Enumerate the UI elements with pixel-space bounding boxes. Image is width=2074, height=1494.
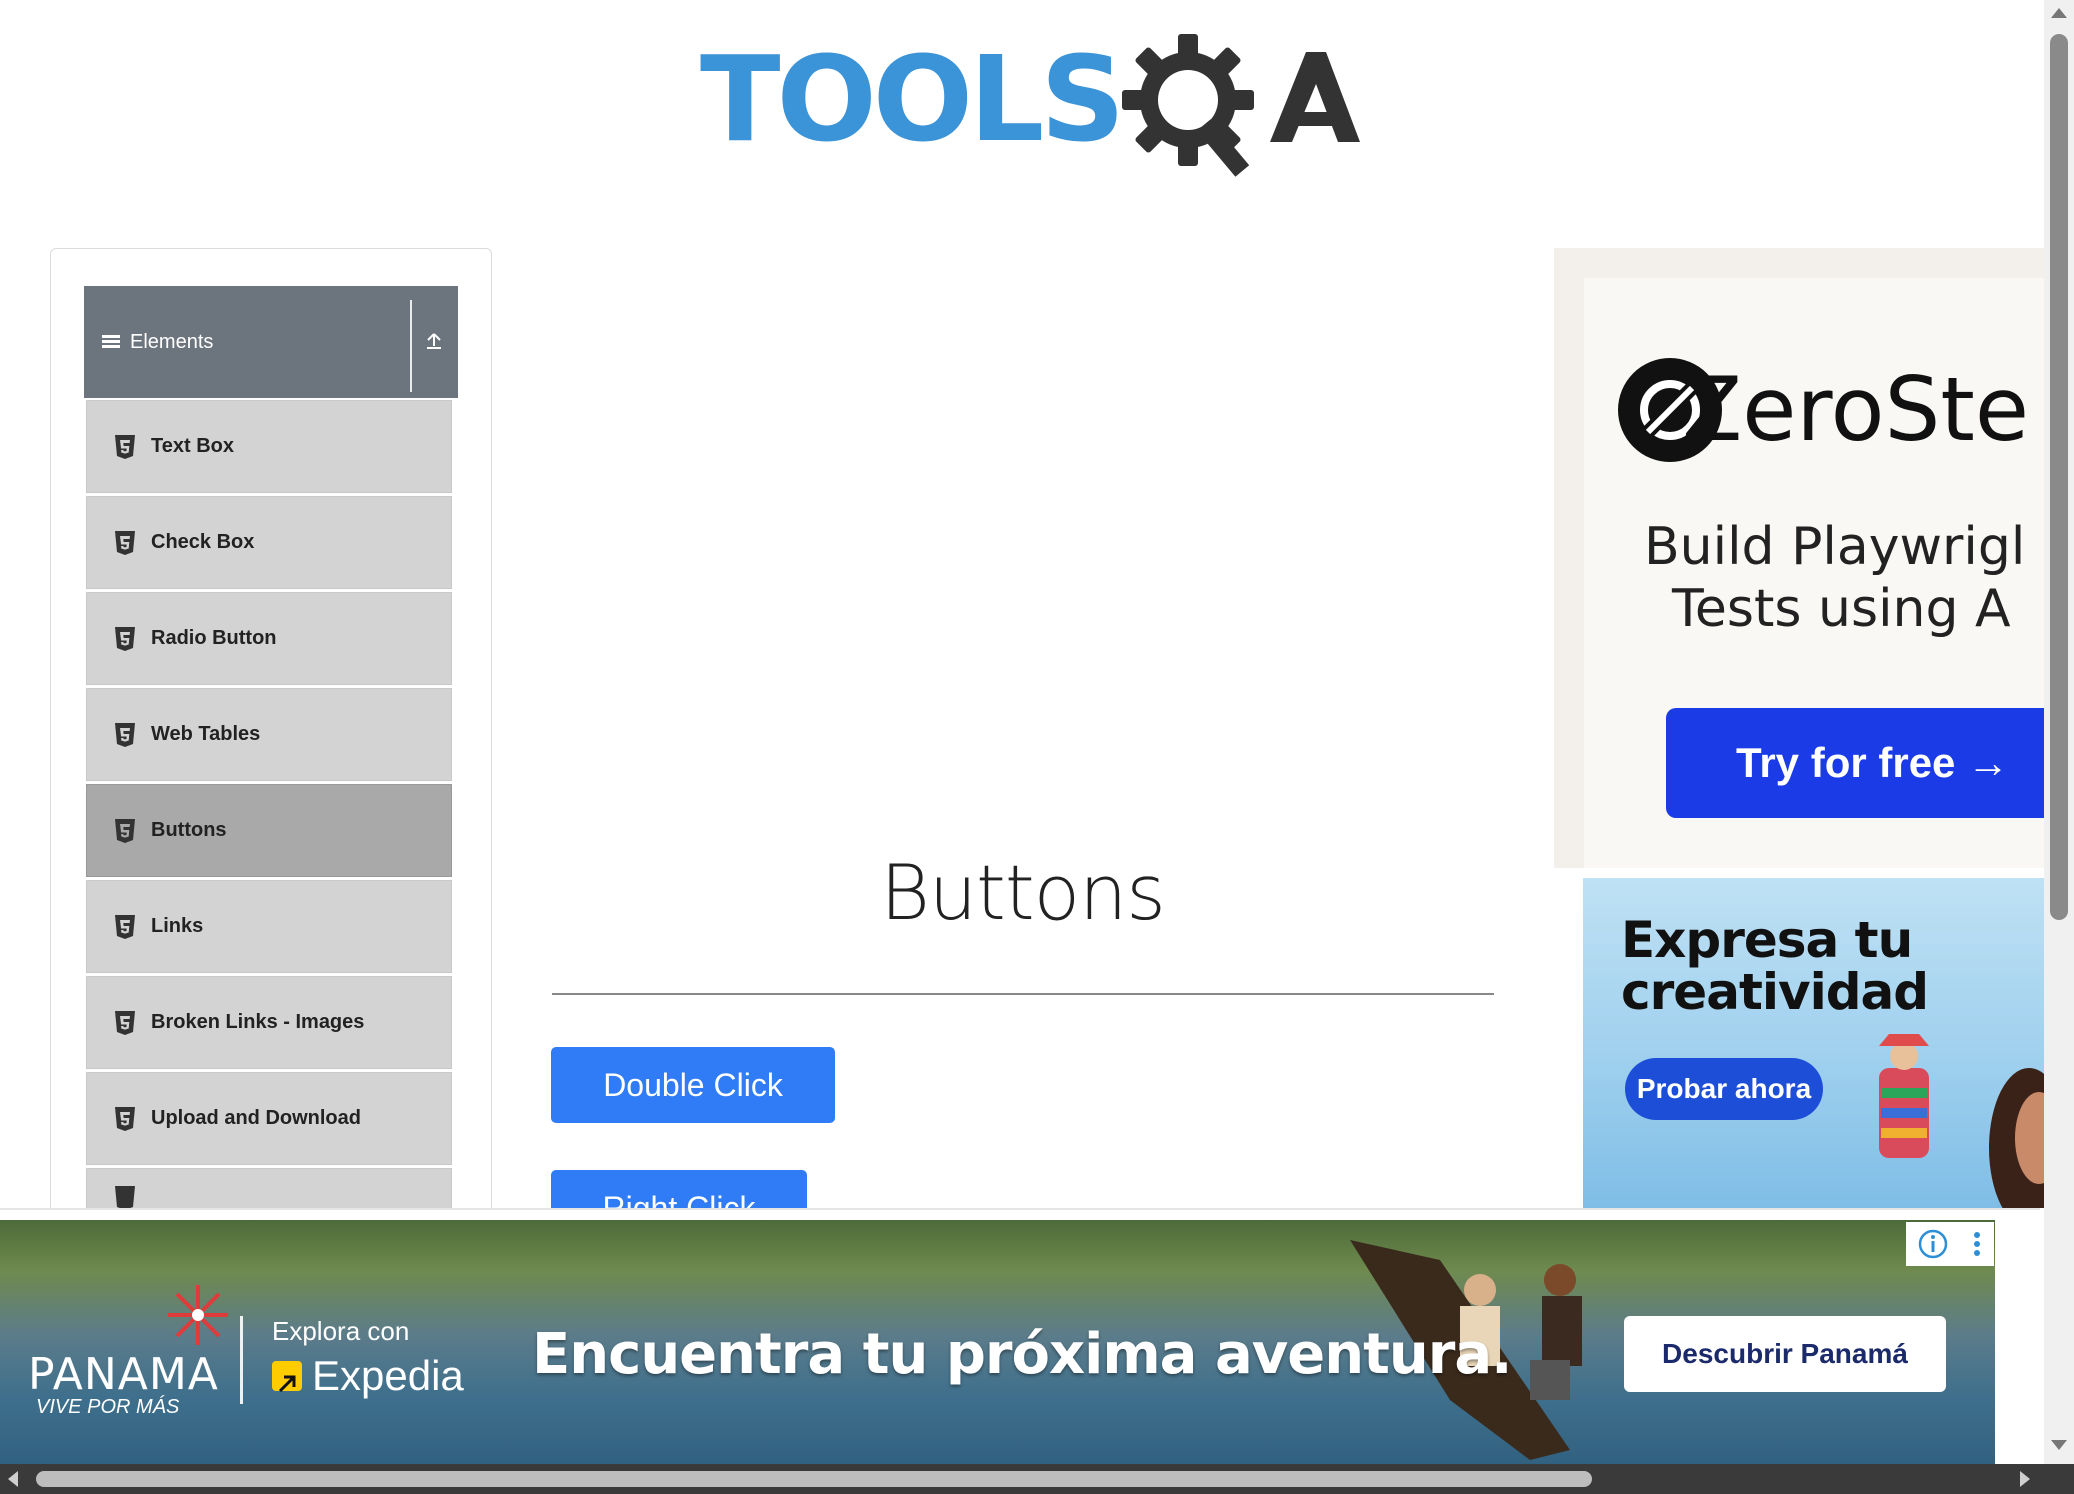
html5-icon <box>115 626 135 651</box>
horizontal-scroll-thumb[interactable] <box>36 1471 1592 1487</box>
sidebar-item-label: Buttons <box>151 819 227 841</box>
group-title: Elements <box>130 330 214 353</box>
sidebar-item-links[interactable]: Links <box>86 880 452 973</box>
page-title: Buttons <box>880 848 1166 937</box>
banner-headline: Encuentra tu próxima aventura. <box>532 1322 1512 1387</box>
left-sidebar: Elements Text Box Check Box Radio Button <box>50 248 492 1250</box>
sidebar-item-check-box[interactable]: Check Box <box>86 496 452 589</box>
ad-tagline-line1: Build Playwrigl <box>1644 517 2026 577</box>
ad-headline-line1: Expresa tu <box>1621 911 1913 969</box>
html5-icon <box>115 1106 135 1131</box>
sidebar-item-text-box[interactable]: Text Box <box>86 400 452 493</box>
horizontal-scrollbar[interactable] <box>0 1464 2074 1494</box>
banner-scene: PANAMA VIVE POR MÁS Explora con Expedia … <box>0 1220 1995 1474</box>
ad-headline: Expresa tu creatividad <box>1621 911 1929 1021</box>
sidebar-item-radio-button[interactable]: Radio Button <box>86 592 452 685</box>
sidebar-item-label: Broken Links - Images <box>151 1011 365 1033</box>
scrollbar-corner <box>2044 1464 2074 1494</box>
vertical-scroll-thumb[interactable] <box>2050 34 2068 920</box>
main-content: Buttons Double Click Me Right Click Me <box>550 248 1596 1457</box>
ad-headline-line2: creatividad <box>1621 963 1929 1021</box>
hamburger-icon <box>102 335 120 349</box>
zerostep-ad[interactable]: ZeroSte Build Playwrigl Tests using A Tr… <box>1554 248 2046 868</box>
expresa-ad[interactable]: Expresa tu creatividad Probar ahora <box>1583 878 2046 1208</box>
double-click-button[interactable]: Double Click Me <box>551 1047 835 1179</box>
ad-more-options-icon[interactable] <box>1970 1228 1984 1260</box>
html5-icon <box>115 722 135 747</box>
panama-brand: PANAMA <box>28 1349 219 1400</box>
sidebar-item-label: Check Box <box>151 531 255 553</box>
logo-tools-text: TOOLS <box>700 30 1125 168</box>
html5-icon <box>115 914 135 939</box>
scroll-down-arrow-icon[interactable] <box>2051 1440 2067 1450</box>
scroll-right-arrow-icon[interactable] <box>2020 1471 2030 1487</box>
ad-brand-name: ZeroSte <box>1682 358 2030 461</box>
elements-group-header[interactable]: Elements <box>84 286 458 398</box>
title-divider <box>552 993 1494 995</box>
banner-separator <box>240 1316 243 1404</box>
site-header: TOOLS <box>0 0 2040 230</box>
try-for-free-button[interactable]: Try for free → <box>1666 708 2046 818</box>
ad-info-icon[interactable] <box>1917 1228 1949 1260</box>
html5-icon <box>115 818 135 843</box>
descubrir-panama-button[interactable]: Descubrir Panamá <box>1624 1316 1946 1392</box>
collapse-arrow-icon[interactable] <box>424 326 444 354</box>
ad-controls <box>1906 1222 1994 1266</box>
probar-ahora-button[interactable]: Probar ahora <box>1625 1058 1823 1120</box>
panama-logo: PANAMA VIVE POR MÁS <box>28 1280 238 1419</box>
logo-gear-qa-icon <box>1122 34 1360 177</box>
elements-menu-list: Text Box Check Box Radio Button Web Tabl… <box>86 400 452 1231</box>
ad-tagline-line2: Tests using A <box>1672 579 2011 639</box>
sidebar-item-label: Text Box <box>151 435 234 457</box>
sidebar-item-label: Upload and Download <box>151 1107 361 1129</box>
html5-icon <box>115 1010 135 1035</box>
sidebar-item-upload-download[interactable]: Upload and Download <box>86 1072 452 1165</box>
explora-text: Explora con <box>272 1316 410 1346</box>
expedia-logo: Expedia <box>272 1352 464 1400</box>
header-divider <box>410 300 412 392</box>
sidebar-item-broken-links[interactable]: Broken Links - Images <box>86 976 452 1069</box>
sidebar-item-label: Links <box>151 915 204 937</box>
panama-flower-icon <box>168 1285 228 1345</box>
sidebar-item-label: Radio Button <box>151 627 277 649</box>
bottom-banner-ad[interactable]: PANAMA VIVE POR MÁS Explora con Expedia … <box>0 1208 2040 1474</box>
ad-illustration <box>1879 1034 2046 1208</box>
browser-viewport: TOOLS Elements Text Box Check Box Radio … <box>0 0 2074 1494</box>
toolsqa-logo[interactable]: TOOLS <box>700 28 1360 188</box>
ad-tagline: Build Playwrigl Tests using A <box>1644 516 2025 640</box>
sidebar-item-buttons[interactable]: Buttons <box>86 784 452 877</box>
sidebar-item-web-tables[interactable]: Web Tables <box>86 688 452 781</box>
html5-icon <box>115 530 135 555</box>
scroll-left-arrow-icon[interactable] <box>8 1471 18 1487</box>
scroll-up-arrow-icon[interactable] <box>2051 8 2067 18</box>
expedia-name: Expedia <box>312 1352 464 1399</box>
expedia-arrow-icon <box>272 1361 302 1393</box>
sidebar-item-label: Web Tables <box>151 723 261 745</box>
html5-icon <box>115 434 135 459</box>
vertical-scrollbar[interactable] <box>2044 0 2074 1464</box>
